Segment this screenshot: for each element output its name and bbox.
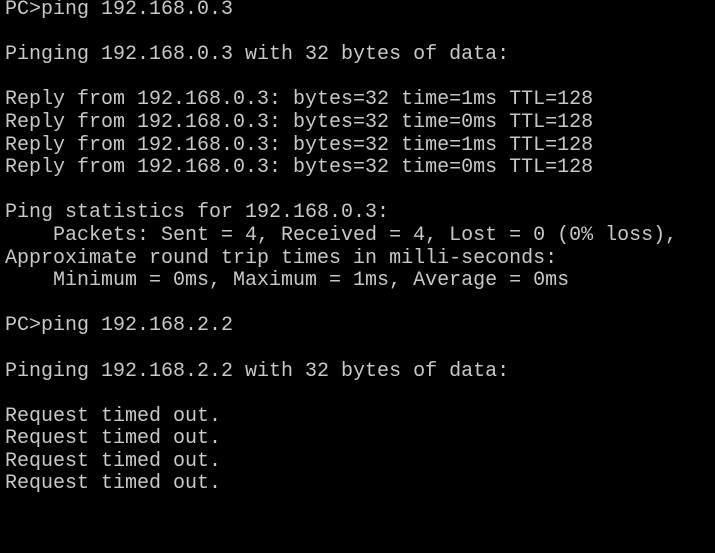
terminal-line: Request timed out. [5, 449, 222, 473]
terminal-line: Request timed out. [5, 472, 222, 496]
terminal-line: PC>ping 192.168.0.3 [5, 0, 234, 21]
terminal-line: Pinging 192.168.2.2 with 32 bytes of dat… [5, 359, 510, 383]
terminal-line: Ping statistics for 192.168.0.3: [5, 201, 390, 225]
terminal-line: Request timed out. [5, 404, 222, 428]
terminal-line: Reply from 192.168.0.3: bytes=32 time=1m… [5, 88, 594, 112]
terminal-line: Packets: Sent = 4, Received = 4, Lost = … [5, 223, 678, 247]
terminal-output[interactable]: PC>ping 192.168.0.3 Pinging 192.168.0.3 w… [0, 0, 715, 553]
terminal-line: Reply from 192.168.0.3: bytes=32 time=0m… [5, 156, 594, 180]
terminal-line: PC>ping 192.168.2.2 [5, 314, 234, 338]
terminal-line: Minimum = 0ms, Maximum = 1ms, Average = … [5, 269, 570, 293]
terminal-line: Reply from 192.168.0.3: bytes=32 time=1m… [5, 133, 594, 157]
terminal-line: Request timed out. [5, 427, 222, 451]
terminal-line: Reply from 192.168.0.3: bytes=32 time=0m… [5, 110, 594, 134]
terminal-line: Approximate round trip times in milli-se… [5, 246, 558, 270]
terminal-line: Pinging 192.168.0.3 with 32 bytes of dat… [5, 43, 510, 67]
